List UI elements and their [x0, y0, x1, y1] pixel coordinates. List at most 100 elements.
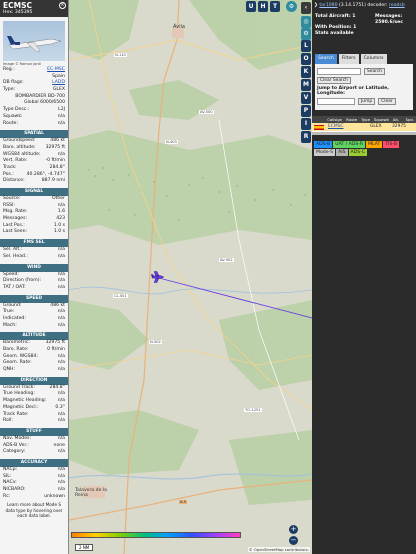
row-type: GLEX: [370, 124, 382, 129]
source-tag[interactable]: MLAT: [366, 141, 383, 148]
stats-available[interactable]: Stats available: [312, 31, 416, 37]
zoom-out-button[interactable]: −: [289, 536, 298, 545]
spain-flag-icon: [314, 124, 324, 130]
info-label: NICBARO:: [3, 487, 26, 492]
info-label: Nav. Modes:: [3, 435, 31, 441]
info-label: Roll:: [3, 418, 13, 424]
table-row[interactable]: ECMSC GLEX 32975: [312, 123, 416, 131]
aircraft-marker-icon[interactable]: [151, 270, 165, 284]
gear-icon[interactable]: ⚙: [286, 1, 297, 12]
tar1090-link[interactable]: tar1090: [319, 3, 337, 8]
info-label: QNH:: [3, 367, 16, 373]
column-header[interactable]: Squawk: [372, 116, 391, 123]
place-label: Ávila: [173, 24, 185, 30]
map-button-u[interactable]: U: [246, 1, 256, 12]
source-tag[interactable]: TIS-B: [383, 141, 400, 148]
info-value: n/a: [57, 466, 65, 472]
source-tag[interactable]: AIS: [336, 149, 348, 156]
road-label: N-110: [114, 53, 127, 57]
jump-button[interactable]: Jump: [358, 98, 376, 105]
expand-icon[interactable]: ❯: [314, 3, 318, 8]
map-canvas[interactable]: [69, 0, 312, 554]
map-button-t[interactable]: T: [270, 1, 280, 12]
close-icon[interactable]: ×: [59, 2, 66, 9]
map-button-p[interactable]: P: [301, 105, 311, 117]
column-header[interactable]: Callsign: [325, 116, 344, 123]
map-button-m[interactable]: M: [301, 79, 311, 91]
total-aircraft: Total Aircraft: 1: [315, 14, 356, 19]
info-label: NACv:: [3, 480, 17, 486]
clear-search-button[interactable]: Clear Search: [317, 77, 351, 84]
tab-search[interactable]: Search: [315, 54, 337, 64]
source-tag[interactable]: ADS-C: [348, 149, 367, 156]
info-label: Vert. Rate:: [3, 158, 28, 164]
section-header: STUFF: [0, 427, 68, 436]
road-label: A-5: [179, 500, 187, 504]
info-row: Baro. Rate: 0 ft/min: [0, 347, 68, 354]
scale-bar: 2 NM: [75, 544, 94, 551]
version-text: (3.14.1751) decoder:: [339, 3, 388, 8]
section-header: ACCURACY: [0, 458, 68, 467]
source-tag[interactable]: Mode-S: [314, 149, 336, 156]
info-value: EC-MSC: [47, 67, 65, 72]
info-row: Vert. Rate: -0 ft/min: [0, 158, 68, 165]
altitude-color-legend[interactable]: [71, 532, 241, 538]
info-value: n/a: [57, 487, 65, 492]
source-tag[interactable]: ADS-B: [314, 141, 333, 148]
info-row: Type: GLEX: [0, 87, 68, 94]
row-callsign[interactable]: ECMSC: [326, 123, 346, 131]
map-button-v[interactable]: V: [301, 92, 311, 104]
search-button[interactable]: Search: [364, 68, 386, 75]
map-view[interactable]: Ávila Talavera de la Reina N-110 AV-500 …: [69, 0, 312, 554]
map-button-h[interactable]: H: [258, 1, 268, 12]
aircraft-photo[interactable]: [3, 21, 65, 61]
info-label: Reg.:: [3, 67, 15, 72]
map-button-o[interactable]: O: [301, 53, 311, 65]
info-row: Track: 284.8°: [0, 165, 68, 172]
column-header[interactable]: Route: [344, 116, 359, 123]
info-row: Groundspeed: 486 kt: [0, 138, 68, 145]
section-header: DIRECTION: [0, 376, 68, 385]
horizontal-scrollbar[interactable]: [312, 132, 416, 135]
section-header: SPATIAL: [0, 130, 68, 139]
jump-input[interactable]: [317, 98, 355, 105]
road-label: AV-902: [219, 258, 234, 262]
map-button-r[interactable]: R: [301, 131, 311, 143]
tab-columns[interactable]: Columns: [360, 54, 387, 64]
column-header[interactable]: Spd.: [404, 116, 416, 123]
info-label: Indicated:: [3, 315, 26, 321]
map-button-k[interactable]: K: [301, 66, 311, 78]
info-row: True: n/a: [0, 309, 68, 316]
section-header: SPEED: [0, 294, 68, 303]
search-input[interactable]: [317, 68, 361, 75]
clear-jump-button[interactable]: Clear: [378, 98, 396, 105]
info-value: L2J: [58, 107, 65, 113]
source-tag[interactable]: UAT / ADS-R: [333, 141, 366, 148]
info-label: True:: [3, 309, 15, 315]
column-header[interactable]: Type: [359, 116, 372, 123]
settings-icon[interactable]: ⚙: [301, 28, 311, 40]
info-value: -0 ft/min: [45, 158, 65, 164]
info-row: Indicated: n/a: [0, 316, 68, 323]
info-row: Sel. Head.: n/a: [0, 254, 68, 261]
info-value: 423: [56, 216, 65, 222]
layers-icon[interactable]: ◎: [301, 16, 311, 28]
info-row: Roll: n/a: [0, 418, 68, 425]
info-row: NICBARO: n/a: [0, 487, 68, 494]
info-row: Type Desc.: L2J: [0, 107, 68, 114]
info-row: Squawk: n/a: [0, 114, 68, 121]
section-header: WIND: [0, 263, 68, 272]
column-header[interactable]: Alt. (ft): [391, 116, 404, 129]
tab-filters[interactable]: Filters: [338, 54, 359, 64]
info-label: Direction (from):: [3, 278, 42, 284]
readsb-link[interactable]: readsb: [389, 3, 405, 8]
info-row: QNH: n/a: [0, 367, 68, 374]
map-button-l[interactable]: L: [301, 40, 311, 52]
map-button-i[interactable]: I: [301, 118, 311, 130]
info-value: n/a: [57, 418, 65, 424]
zoom-in-button[interactable]: +: [289, 525, 298, 534]
info-value: n/a: [57, 449, 65, 455]
info-label: Track:: [3, 164, 17, 170]
aircraft-callsign: ECMSC: [3, 1, 32, 10]
chevron-left-icon[interactable]: ‹: [301, 2, 311, 14]
